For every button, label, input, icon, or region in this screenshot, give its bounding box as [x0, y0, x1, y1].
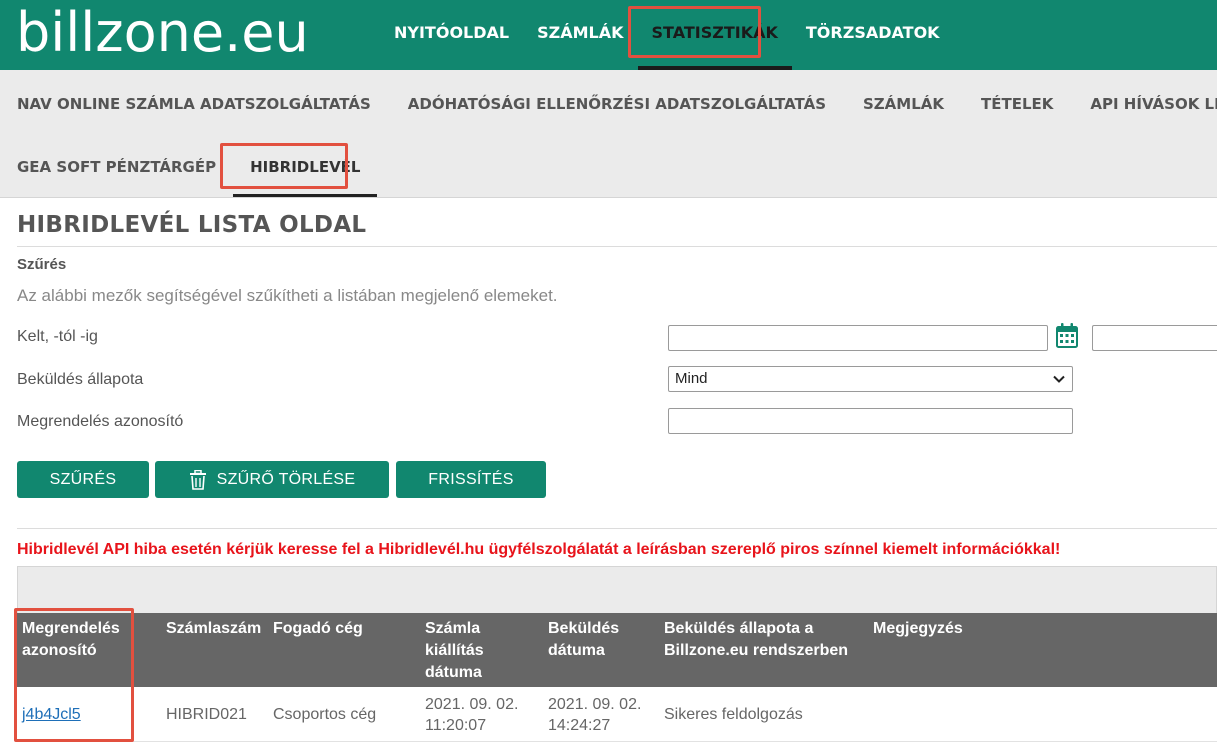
cell-order-id: j4b4Jcl5 — [22, 704, 81, 725]
col-sent-date[interactable]: Beküldés dátuma — [548, 618, 619, 662]
col-issue-date[interactable]: Számla kiállítás dátuma — [425, 618, 484, 684]
clear-filter-button[interactable]: SZŰRŐ TÖRLÉSE — [155, 461, 389, 498]
table-toolbar — [17, 566, 1217, 614]
nav-master-data[interactable]: TÖRZSADATOK — [792, 0, 954, 70]
date-to-input[interactable] — [1092, 325, 1217, 351]
sub-nav: NAV ONLINE SZÁMLA ADATSZOLGÁLTATÁS ADÓHA… — [0, 70, 1217, 198]
filter-heading: Szűrés — [17, 256, 67, 273]
order-id-link[interactable]: j4b4Jcl5 — [22, 706, 81, 723]
col-issue-date-line2: kiállítás — [425, 642, 484, 659]
order-id-input[interactable] — [668, 408, 1073, 434]
subnav-tax-authority[interactable]: ADÓHATÓSÁGI ELLENŐRZÉSI ADATSZOLGÁLTATÁS — [388, 70, 843, 138]
refresh-button-label: FRISSÍTÉS — [428, 470, 514, 488]
col-order-id-line1: Megrendelés — [22, 620, 120, 637]
nav-invoices[interactable]: SZÁMLÁK — [523, 0, 637, 70]
filter-button[interactable]: SZŰRÉS — [17, 461, 149, 498]
divider — [17, 528, 1217, 529]
col-send-status[interactable]: Beküldés állapota a Billzone.eu rendszer… — [664, 618, 848, 662]
subnav-gea-soft[interactable]: GEA SOFT PÉNZTÁRGÉP — [0, 133, 233, 201]
chevron-down-icon — [1053, 375, 1065, 383]
cell-send-status: Sikeres feldolgozás — [664, 706, 803, 723]
main-nav: NYITÓOLDAL SZÁMLÁK STATISZTIKÁK TÖRZSADA… — [380, 0, 954, 70]
col-sent-date-line1: Beküldés — [548, 620, 620, 637]
api-error-warning: Hibridlevél API hiba esetén kérjük keres… — [17, 541, 1061, 558]
col-note[interactable]: Megjegyzés — [873, 618, 963, 640]
table-header: Megrendelés azonosító Számlaszám Fogadó … — [17, 613, 1217, 687]
cell-sent-date-day: 2021. 09. 02. — [548, 696, 642, 713]
col-invoice-number[interactable]: Számlaszám — [166, 618, 261, 640]
subnav-invoices[interactable]: SZÁMLÁK — [843, 70, 961, 138]
logo[interactable]: billzone.eu — [16, 0, 309, 66]
cell-recipient: Csoportos cég — [273, 706, 377, 723]
subnav-api-calls[interactable]: API HÍVÁSOK LISTÁJA — [1070, 70, 1217, 138]
cell-issue-date-day: 2021. 09. 02. — [425, 696, 519, 713]
trash-icon — [189, 469, 206, 490]
col-recipient[interactable]: Fogadó cég — [273, 618, 363, 640]
nav-home[interactable]: NYITÓOLDAL — [380, 0, 523, 70]
col-sent-date-line2: dátuma — [548, 642, 605, 659]
subnav-nav-online[interactable]: NAV ONLINE SZÁMLA ADATSZOLGÁLTATÁS — [0, 70, 388, 138]
status-label: Beküldés állapota — [17, 371, 144, 388]
calendar-icon[interactable] — [1055, 322, 1079, 350]
status-select-value: Mind — [675, 370, 708, 387]
order-label: Megrendelés azonosító — [17, 413, 184, 430]
page-title: HIBRIDLEVÉL LISTA OLDAL — [17, 212, 367, 238]
col-order-id-line2: azonosító — [22, 642, 97, 659]
cell-issue-date-time: 11:20:07 — [425, 717, 487, 734]
refresh-button[interactable]: FRISSÍTÉS — [396, 461, 546, 498]
table-row: j4b4Jcl5 HIBRID021 Csoportos cég 2021. 0… — [17, 687, 1217, 742]
col-order-id[interactable]: Megrendelés azonosító — [22, 618, 120, 662]
cell-sent-date: 2021. 09. 02. 14:24:27 — [548, 694, 641, 736]
date-label: Kelt, -tól -ig — [17, 328, 98, 345]
clear-filter-label: SZŰRŐ TÖRLÉSE — [216, 470, 356, 488]
cell-issue-date: 2021. 09. 02. 11:20:07 — [425, 694, 518, 736]
filter-description: Az alábbi mezők segítségével szűkítheti … — [17, 286, 558, 305]
filter-button-label: SZŰRÉS — [49, 470, 117, 488]
col-send-status-line2: Billzone.eu rendszerben — [664, 642, 849, 659]
divider — [17, 246, 1217, 247]
subnav-hybrid-letter[interactable]: HIBRIDLEVÉL — [233, 133, 378, 201]
col-send-status-line1: Beküldés állapota a — [664, 620, 814, 637]
status-select[interactable]: Mind — [668, 366, 1073, 392]
col-issue-date-line3: dátuma — [425, 664, 482, 681]
cell-sent-date-time: 14:24:27 — [548, 717, 611, 734]
col-issue-date-line1: Számla — [425, 620, 481, 637]
cell-invoice-number: HIBRID021 — [166, 706, 247, 723]
top-bar: billzone.eu NYITÓOLDAL SZÁMLÁK STATISZTI… — [0, 0, 1217, 70]
date-from-input[interactable] — [668, 325, 1048, 351]
nav-statistics[interactable]: STATISZTIKÁK — [637, 0, 793, 70]
subnav-items[interactable]: TÉTELEK — [961, 70, 1070, 138]
